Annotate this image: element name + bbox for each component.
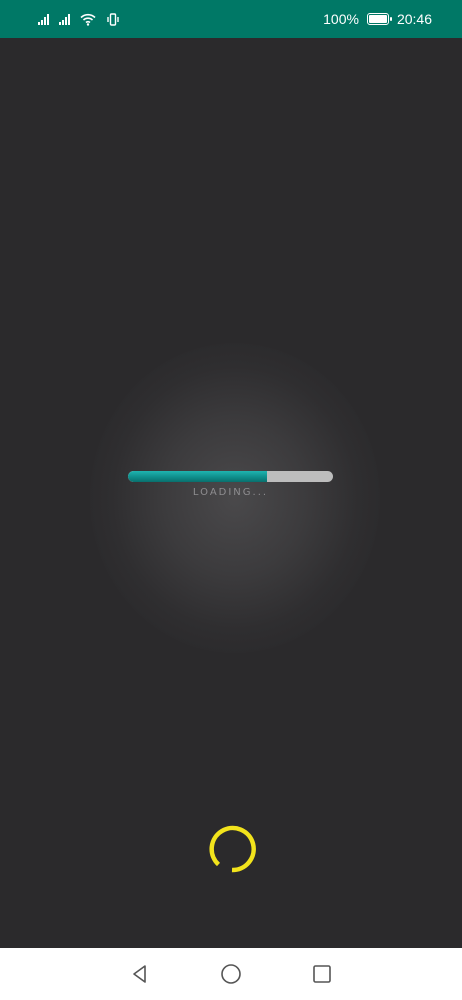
battery-icon xyxy=(366,13,392,25)
signal-icon xyxy=(38,13,49,25)
splash-screen: LOADING... xyxy=(0,38,462,948)
recents-button[interactable] xyxy=(308,960,336,988)
loading-label: LOADING... xyxy=(192,487,269,498)
status-bar: 100% 20:46 xyxy=(0,0,462,38)
recents-icon xyxy=(312,965,331,983)
home-icon xyxy=(221,964,241,984)
progress-fill xyxy=(128,471,268,482)
battery-percent: 100% xyxy=(323,11,359,27)
loading-progress-bar xyxy=(128,471,333,482)
back-button[interactable] xyxy=(126,960,154,988)
status-icons-right: 100% 20:46 xyxy=(323,11,432,27)
clock-time: 20:46 xyxy=(396,11,432,27)
signal-icon xyxy=(59,13,70,25)
vibrate-icon xyxy=(107,12,119,26)
navigation-bar xyxy=(0,948,462,1000)
background-glow xyxy=(90,343,380,653)
status-icons-left xyxy=(38,12,120,26)
wifi-icon xyxy=(80,13,96,26)
spinner-icon xyxy=(209,825,256,873)
back-icon xyxy=(133,965,147,983)
home-button[interactable] xyxy=(217,960,245,988)
